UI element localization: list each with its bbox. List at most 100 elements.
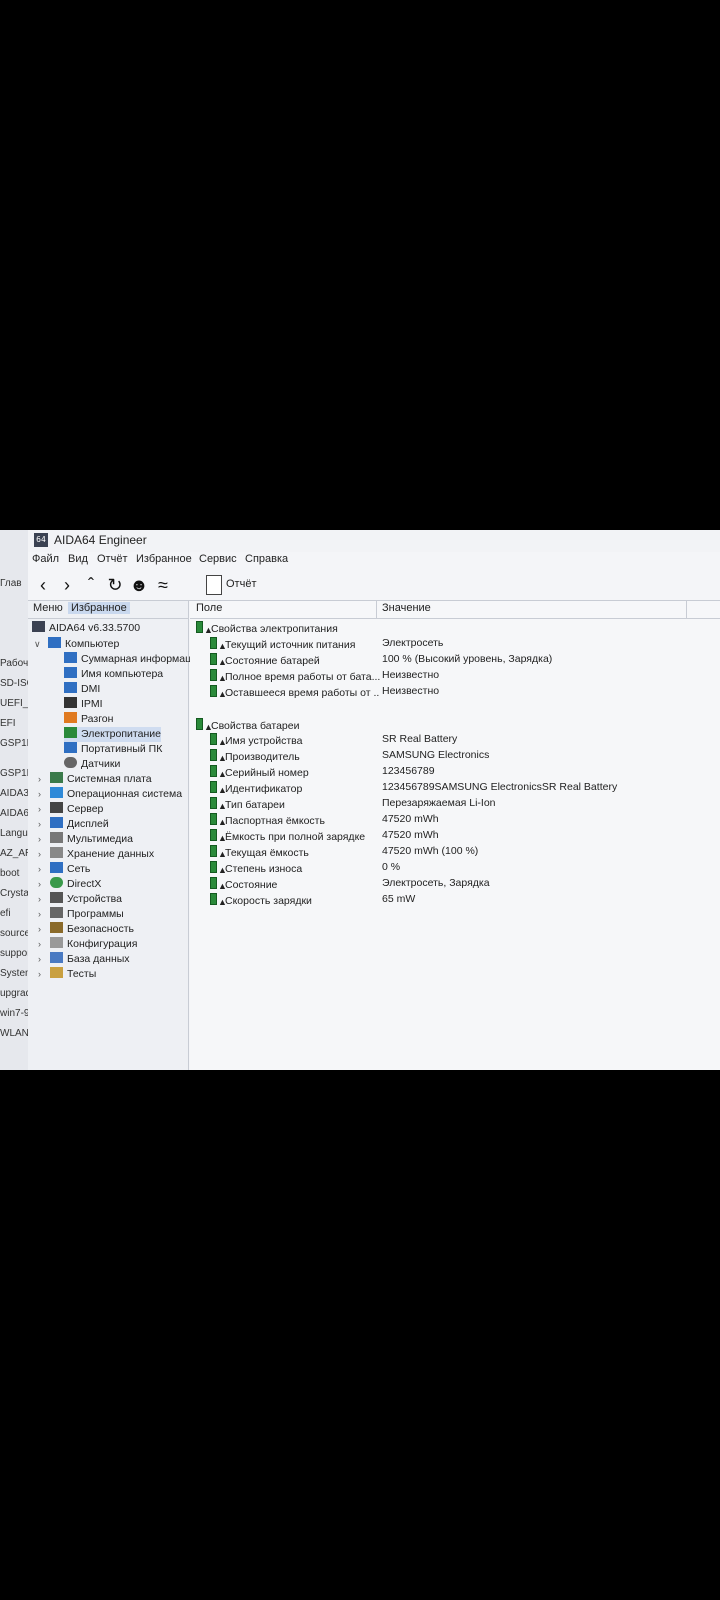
- refresh-icon[interactable]: ↻: [104, 574, 126, 596]
- tree-item-dmi[interactable]: DMI: [64, 682, 100, 697]
- tree-item-multimedia[interactable]: Мультимедиа: [50, 832, 133, 847]
- desktop-item[interactable]: AIDA32: [0, 788, 28, 799]
- tree-item-portable[interactable]: Портативный ПК: [64, 742, 162, 757]
- desktop-item[interactable]: boot: [0, 868, 28, 879]
- section-power[interactable]: ▲Свойства электропитания: [196, 621, 338, 636]
- expand-arrow-icon[interactable]: ›: [38, 864, 41, 874]
- desktop-item[interactable]: suppor: [0, 948, 28, 959]
- desktop-item[interactable]: EFI: [0, 718, 28, 729]
- property-row[interactable]: ▲Паспортная ёмкость 47520 mWh: [190, 813, 720, 828]
- menu-file[interactable]: Файл: [32, 553, 59, 565]
- property-row[interactable]: ▲Имя устройства SR Real Battery: [190, 733, 720, 748]
- expand-arrow-icon[interactable]: ›: [38, 954, 41, 964]
- desktop-item[interactable]: sources: [0, 928, 28, 939]
- expand-arrow-icon[interactable]: ›: [38, 909, 41, 919]
- tab-favorites[interactable]: Избранное: [68, 602, 130, 614]
- tree-item-root[interactable]: AIDA64 v6.33.5700: [32, 621, 140, 636]
- section-battery[interactable]: ▲Свойства батареи: [196, 718, 299, 733]
- column-divider[interactable]: [376, 601, 377, 618]
- desktop-item[interactable]: efi: [0, 908, 28, 919]
- menu-report[interactable]: Отчёт: [97, 553, 127, 565]
- property-row[interactable]: ▲Идентификатор 123456789SAMSUNG Electron…: [190, 781, 720, 796]
- tab-menu[interactable]: Меню: [30, 602, 66, 614]
- column-value[interactable]: Значение: [382, 602, 431, 614]
- desktop-item[interactable]: Crystal: [0, 888, 28, 899]
- forward-icon[interactable]: ›: [56, 574, 78, 596]
- expand-arrow-icon[interactable]: ›: [38, 849, 41, 859]
- desktop-item[interactable]: Глав: [0, 578, 28, 589]
- expand-arrow-icon[interactable]: ›: [38, 774, 41, 784]
- property-row[interactable]: ▲Состояние Электросеть, Зарядка: [190, 877, 720, 892]
- property-row[interactable]: ▲Полное время работы от бата... Неизвест…: [190, 669, 720, 684]
- tree-item-storage[interactable]: Хранение данных: [50, 847, 154, 862]
- desktop-item[interactable]: SD-ISO: [0, 678, 28, 689]
- property-field: Оставшееся время работы от ...: [225, 687, 380, 699]
- desktop-item[interactable]: GSP1RM: [0, 768, 28, 779]
- expand-arrow-icon[interactable]: ∨: [34, 639, 41, 650]
- tree-item-label: Конфигурация: [67, 938, 138, 950]
- property-row[interactable]: ▲Текущий источник питания Электросеть: [190, 637, 720, 652]
- tree-item-summary[interactable]: Суммарная информац: [64, 652, 191, 667]
- column-field[interactable]: Поле: [196, 602, 222, 614]
- property-row[interactable]: ▲Состояние батарей 100 % (Высокий уровен…: [190, 653, 720, 668]
- title-bar[interactable]: 64 AIDA64 Engineer: [28, 530, 720, 552]
- tree-item-motherboard[interactable]: Системная плата: [50, 772, 152, 787]
- back-icon[interactable]: ‹: [32, 574, 54, 596]
- tree-item-benchmarks[interactable]: Тесты: [50, 967, 96, 982]
- property-row[interactable]: ▲Ёмкость при полной зарядке 47520 mWh: [190, 829, 720, 844]
- menu-view[interactable]: Вид: [68, 553, 88, 565]
- chart-icon[interactable]: ≈: [152, 574, 174, 596]
- menu-help[interactable]: Справка: [245, 553, 288, 565]
- desktop-item[interactable]: Рабоч: [0, 658, 28, 669]
- tree-item-power[interactable]: Электропитание: [64, 727, 161, 742]
- desktop-item[interactable]: UEFI_N: [0, 698, 28, 709]
- tree-item-overclock[interactable]: Разгон: [64, 712, 113, 727]
- desktop-item[interactable]: System: [0, 968, 28, 979]
- desktop-item[interactable]: upgrad: [0, 988, 28, 999]
- tree-item-os[interactable]: Операционная система: [50, 787, 182, 802]
- expand-arrow-icon[interactable]: ›: [38, 894, 41, 904]
- expand-arrow-icon[interactable]: ›: [38, 879, 41, 889]
- column-divider[interactable]: [686, 601, 687, 618]
- tree-item-software[interactable]: Программы: [50, 907, 124, 922]
- sensor-icon: [64, 757, 77, 768]
- tree-item-computer[interactable]: Компьютер: [48, 637, 119, 652]
- tree-item-directx[interactable]: DirectX: [50, 877, 101, 892]
- property-row[interactable]: ▲Текущая ёмкость 47520 mWh (100 %): [190, 845, 720, 860]
- tree-item-ipmi[interactable]: IPMI: [64, 697, 103, 712]
- tree-item-security[interactable]: Безопасность: [50, 922, 134, 937]
- property-row[interactable]: ▲Серийный номер 123456789: [190, 765, 720, 780]
- report-button-label[interactable]: Отчёт: [226, 578, 256, 590]
- desktop-item[interactable]: GSP1RM: [0, 738, 28, 749]
- property-row[interactable]: ▲Степень износа 0 %: [190, 861, 720, 876]
- property-row[interactable]: ▲Тип батареи Перезаряжаемая Li-Ion: [190, 797, 720, 812]
- expand-arrow-icon[interactable]: ›: [38, 924, 41, 934]
- tree-item-database[interactable]: База данных: [50, 952, 130, 967]
- tree-item-display[interactable]: Дисплей: [50, 817, 109, 832]
- expand-arrow-icon[interactable]: ›: [38, 969, 41, 979]
- menu-favorites[interactable]: Избранное: [136, 553, 192, 565]
- property-row[interactable]: ▲Скорость зарядки 65 mW: [190, 893, 720, 908]
- property-row[interactable]: ▲Производитель SAMSUNG Electronics: [190, 749, 720, 764]
- user-icon[interactable]: ☻: [128, 574, 150, 596]
- desktop-item[interactable]: AZ_AR: [0, 848, 28, 859]
- desktop-item[interactable]: WLAN_: [0, 1028, 28, 1039]
- desktop-item[interactable]: Langu: [0, 828, 28, 839]
- property-row[interactable]: ▲Оставшееся время работы от ... Неизвест…: [190, 685, 720, 700]
- expand-arrow-icon[interactable]: ›: [38, 789, 41, 799]
- report-icon[interactable]: [206, 575, 222, 595]
- tree-item-server[interactable]: Сервер: [50, 802, 103, 817]
- expand-arrow-icon[interactable]: ›: [38, 819, 41, 829]
- up-icon[interactable]: ˆ: [80, 574, 102, 596]
- tree-item-config[interactable]: Конфигурация: [50, 937, 137, 952]
- menu-service[interactable]: Сервис: [199, 553, 237, 565]
- expand-arrow-icon[interactable]: ›: [38, 939, 41, 949]
- tree-item-devices[interactable]: Устройства: [50, 892, 122, 907]
- desktop-item[interactable]: win7-9: [0, 1008, 28, 1019]
- expand-arrow-icon[interactable]: ›: [38, 834, 41, 844]
- tree-item-computer-name[interactable]: Имя компьютера: [64, 667, 163, 682]
- expand-arrow-icon[interactable]: ›: [38, 804, 41, 814]
- tree-item-network[interactable]: Сеть: [50, 862, 90, 877]
- tree-item-sensors[interactable]: Датчики: [64, 757, 120, 772]
- desktop-item[interactable]: AIDA64: [0, 808, 28, 819]
